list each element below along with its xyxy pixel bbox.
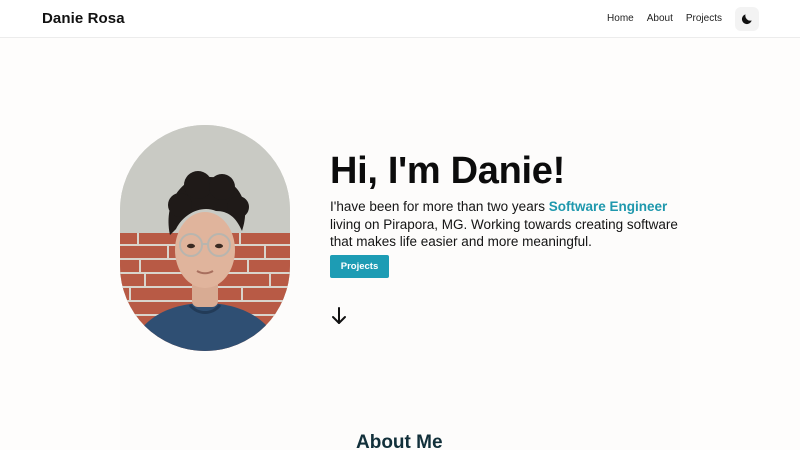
page: Danie Rosa Home About Projects Hi, I'm D…: [0, 0, 800, 450]
hero-desc-rest: living on Pirapora, MG. Working towards …: [330, 216, 678, 250]
hero-heading: Hi, I'm Danie!: [330, 150, 565, 192]
hero-description: I'have been for more than two years Soft…: [330, 198, 690, 251]
brand-name[interactable]: Danie Rosa: [42, 10, 125, 27]
hero-desc-intro: I'have been for more than two years: [330, 199, 549, 214]
arrow-down-icon: [332, 307, 346, 324]
profile-photo: [120, 125, 290, 351]
moon-icon: [741, 14, 752, 25]
nav-home-link[interactable]: Home: [607, 13, 634, 24]
nav-about-link[interactable]: About: [647, 13, 673, 24]
projects-button[interactable]: Projects: [330, 255, 389, 278]
about-section-title: About Me: [356, 432, 443, 450]
role-highlight: Software Engineer: [548, 199, 668, 214]
scroll-down-button[interactable]: [331, 307, 347, 325]
theme-toggle-button[interactable]: [735, 7, 759, 31]
main-nav: Home About Projects: [607, 13, 722, 24]
hero-text: Hi, I'm Danie! I'have been for more than…: [330, 148, 690, 251]
nav-projects-link[interactable]: Projects: [686, 13, 722, 24]
top-navbar: Danie Rosa Home About Projects: [0, 0, 800, 38]
